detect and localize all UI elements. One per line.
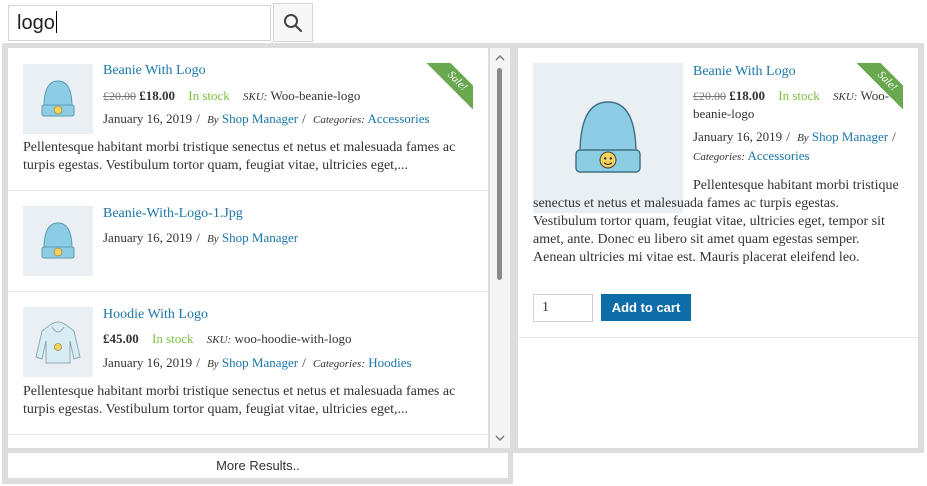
chevron-up-icon [495, 55, 505, 61]
more-results-button[interactable]: More Results.. [8, 453, 508, 478]
sku-value: Woo-beanie-logo [270, 88, 361, 103]
beanie-image [41, 80, 75, 117]
scroll-up-button[interactable] [490, 50, 510, 66]
categories-label: Categories: [693, 151, 745, 163]
divider [518, 337, 918, 338]
result-thumbnail[interactable] [23, 307, 93, 377]
result-thumbnail[interactable] [23, 206, 93, 276]
sale-badge-text: Sale! [857, 63, 903, 109]
search-input[interactable]: logo [8, 5, 271, 41]
results-list[interactable]: Beanie With Logo £20.00 £18.00 In stock … [8, 48, 488, 448]
scrollbar-thumb[interactable] [497, 68, 502, 280]
result-description: Pellentesque habitant morbi tristique se… [23, 140, 456, 173]
stock-status: In stock [188, 88, 230, 103]
chevron-down-icon [495, 435, 505, 441]
old-price: £20.00 [693, 89, 726, 103]
beanie-image [41, 222, 75, 259]
result-title[interactable]: Beanie With Logo [103, 63, 206, 79]
by-label: By [207, 358, 219, 370]
sale-badge-text: Sale! [427, 63, 473, 109]
by-label: By [797, 132, 809, 144]
category-link[interactable]: Hoodies [368, 355, 411, 370]
preview-description: Pellentesque habitant morbi tristique se… [533, 178, 899, 265]
author-link[interactable]: Shop Manager [222, 230, 298, 245]
preview-title[interactable]: Beanie With Logo [693, 64, 796, 80]
preview-meta-line: January 16, 2019/ By Shop Manager / [693, 129, 896, 144]
result-item[interactable]: Beanie With Logo £20.00 £18.00 In stock … [8, 48, 488, 191]
categories-label: Categories: [312, 358, 365, 370]
sku-value: woo-hoodie-with-logo [234, 331, 352, 346]
search-icon [284, 13, 303, 32]
text-caret [55, 11, 57, 34]
result-item[interactable]: Beanie-With-Logo-1.Jpg January 16, 2019/… [8, 191, 488, 292]
sale-badge: Sale! [427, 63, 473, 109]
product-preview: Beanie With Logo £20.00 £18.00 In stock … [518, 48, 918, 448]
stock-status: In stock [152, 331, 194, 346]
quantity-input[interactable]: 1 [533, 294, 593, 322]
sku-label: SKU: [243, 91, 268, 103]
result-thumbnail[interactable] [23, 64, 93, 134]
price: £18.00 [139, 88, 175, 103]
result-date: January 16, 2019 [103, 355, 193, 370]
preview-categories-line: Categories: Accessories [693, 148, 810, 164]
author-link[interactable]: Shop Manager [812, 129, 888, 144]
result-date: January 16, 2019 [103, 111, 193, 126]
search-input-value: logo [17, 12, 55, 34]
result-meta-line: January 16, 2019/ By Shop Manager / Categ… [103, 355, 412, 370]
scroll-down-button[interactable] [490, 430, 510, 446]
result-meta-line: January 16, 2019/ By Shop Manager / Categ… [103, 111, 430, 126]
result-description: Pellentesque habitant morbi tristique se… [23, 384, 456, 417]
sku-label: SKU: [206, 334, 232, 346]
sku-label: SKU: [833, 91, 858, 103]
add-to-cart-button[interactable]: Add to cart [601, 294, 691, 321]
old-price: £20.00 [103, 89, 136, 103]
result-price-line: £45.00 In stock SKU: woo-hoodie-with-log… [103, 331, 351, 347]
preview-date: January 16, 2019 [693, 129, 783, 144]
result-date: January 16, 2019 [103, 230, 193, 245]
category-link[interactable]: Accessories [367, 111, 429, 126]
by-label: By [207, 114, 219, 126]
results-scrollbar[interactable] [490, 48, 510, 448]
stock-status: In stock [778, 88, 820, 103]
search-button[interactable] [273, 3, 313, 42]
author-link[interactable]: Shop Manager [222, 355, 298, 370]
result-meta-line: January 16, 2019/ By Shop Manager [103, 230, 299, 245]
result-price-line: £20.00 £18.00 In stock SKU: Woo-beanie-l… [103, 88, 360, 104]
beanie-image [575, 101, 641, 173]
by-label: By [207, 233, 219, 245]
result-item[interactable]: Hoodie With Logo £45.00 In stock SKU: wo… [8, 292, 488, 435]
result-title[interactable]: Beanie-With-Logo-1.Jpg [103, 206, 243, 222]
price: £18.00 [729, 88, 765, 103]
author-link[interactable]: Shop Manager [222, 111, 298, 126]
categories-label: Categories: [312, 114, 365, 126]
hoodie-image [35, 321, 81, 364]
category-link[interactable]: Accessories [748, 148, 810, 163]
result-title[interactable]: Hoodie With Logo [103, 307, 208, 323]
price: £45.00 [103, 331, 139, 346]
preview-sku-continued: beanie-logo [693, 106, 755, 121]
sale-badge: Sale! [857, 63, 903, 109]
